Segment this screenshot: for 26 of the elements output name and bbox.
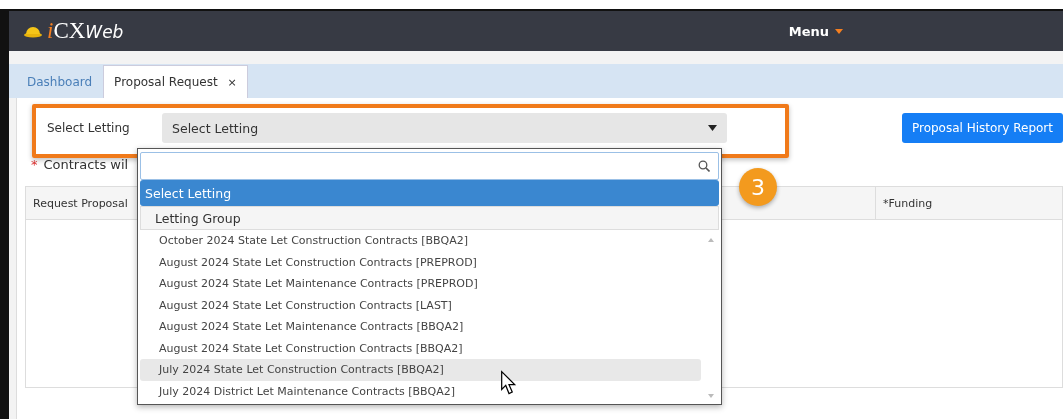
menu-button[interactable]: Menu bbox=[788, 23, 843, 39]
dropdown-option[interactable]: August 2024 State Let Maintenance Contracts [PREPROD] bbox=[140, 273, 701, 295]
dropdown-option[interactable]: October 2024 State Let Construction Contracts [BBQA2] bbox=[140, 230, 701, 252]
dropdown-option[interactable]: July 2024 State Let Construction Contracts [BBQA2] bbox=[140, 359, 701, 381]
column-header: *Funding bbox=[882, 196, 933, 210]
tab[interactable]: Proposal Request × bbox=[103, 65, 248, 98]
caret-icon bbox=[708, 125, 717, 131]
dropdown-option[interactable]: August 2024 State Let Construction Contracts [BBQA2] bbox=[140, 337, 701, 359]
dropdown-option[interactable]: August 2024 State Let Construction Contracts [PREPROD] bbox=[140, 251, 701, 273]
option-group-label: Letting Group bbox=[140, 206, 719, 230]
mouse-cursor-icon bbox=[500, 370, 518, 396]
caret-icon bbox=[835, 28, 843, 34]
search-icon bbox=[698, 160, 710, 172]
required-mark: * bbox=[31, 157, 38, 172]
letting-dropdown[interactable]: Select Letting bbox=[162, 113, 727, 143]
app-logo: iCXWeb bbox=[23, 18, 124, 44]
note-text: Contracts wil bbox=[43, 157, 129, 172]
dropdown-option[interactable]: Select Letting bbox=[140, 180, 719, 206]
report-button[interactable]: Proposal History Report bbox=[901, 113, 1063, 143]
dropdown-option[interactable]: July 2024 District Let Maintenance Contracts [BBQA2] bbox=[140, 380, 701, 401]
search-field[interactable] bbox=[140, 152, 719, 180]
close-icon[interactable]: × bbox=[227, 75, 237, 89]
dropdown-option[interactable]: August 2024 State Let Maintenance Contracts [BBQA2] bbox=[140, 316, 701, 338]
dropdown-option[interactable]: August 2024 State Let Construction Contracts [LAST] bbox=[140, 294, 701, 316]
field-label: Select Letting bbox=[46, 121, 131, 135]
hard-hat-icon bbox=[23, 24, 43, 38]
